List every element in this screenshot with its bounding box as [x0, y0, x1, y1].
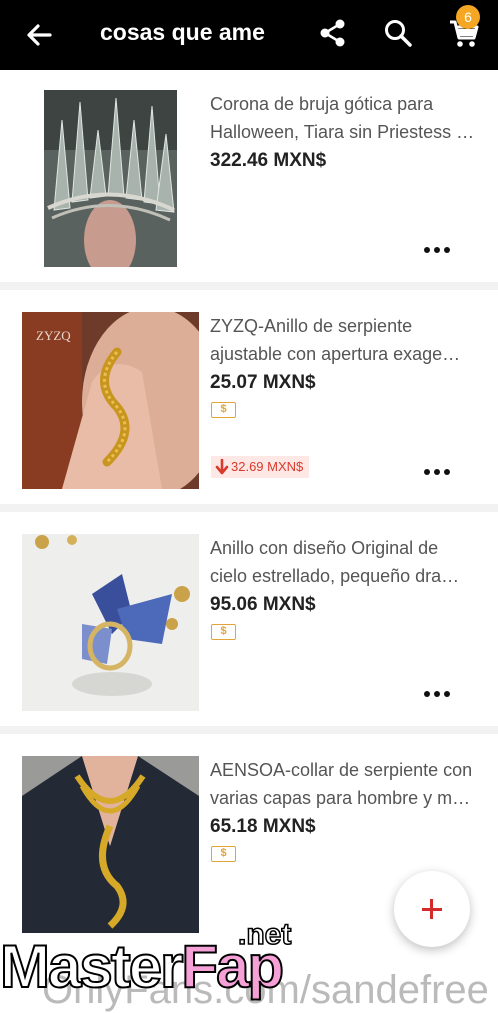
product-price: 322.46 MXN$ [210, 150, 327, 171]
product-price: 25.07 MXN$ [210, 372, 316, 393]
price-tag-icon: $ [211, 624, 236, 640]
product-name[interactable]: ZYZQ-Anillo de serpiente ajustable con a… [210, 312, 482, 368]
product-image-dragon-ring[interactable] [22, 534, 199, 711]
snake-ring-image: ZYZQ [22, 312, 199, 489]
list-item[interactable]: Anillo con diseño Original de cielo estr… [0, 512, 498, 734]
product-name-line2: ajustable con apertura exage… [210, 344, 461, 364]
more-options-icon[interactable] [424, 690, 450, 698]
crown-image [44, 90, 177, 267]
share-icon[interactable] [318, 17, 348, 49]
product-name-line1: Corona de bruja gótica para [210, 94, 434, 114]
product-name[interactable]: Anillo con diseño Original de cielo estr… [210, 534, 482, 590]
cart-count-badge: 6 [456, 5, 480, 29]
product-price: 65.18 MXN$ [210, 816, 316, 837]
price-tag-icon: $ [211, 846, 236, 862]
back-arrow-icon[interactable] [22, 18, 56, 52]
watermark-logo-a: Master [0, 932, 184, 1001]
product-image-snake-necklace[interactable] [22, 756, 199, 933]
snake-necklace-image [22, 756, 199, 933]
price-drop-badge: 32.69 MXN$ [211, 456, 310, 478]
divider [0, 282, 498, 290]
watermark-suffix: .net [237, 917, 292, 952]
product-image-snake-ring[interactable]: ZYZQ [22, 312, 199, 489]
product-name-line1: AENSOA-collar de serpiente con [210, 760, 473, 780]
divider [0, 726, 498, 734]
product-price: 95.06 MXN$ [210, 594, 316, 615]
product-name-line2: Halloween, Tiara sin Priestess … [210, 122, 475, 142]
divider [0, 504, 498, 512]
arrow-down-icon [215, 459, 229, 475]
list-item[interactable]: ZYZQ ZYZQ-Anillo de serpiente ajustable … [0, 290, 498, 512]
product-name[interactable]: AENSOA-collar de serpiente con varias ca… [210, 756, 482, 812]
product-name-line1: Anillo con diseño Original de [210, 538, 439, 558]
product-name-line2: varias capas para hombre y m… [210, 788, 471, 808]
dragon-ring-image [22, 534, 199, 711]
product-image-crown[interactable] [44, 90, 177, 267]
product-name-line1: ZYZQ-Anillo de serpiente [210, 316, 413, 336]
more-options-icon[interactable] [424, 246, 450, 254]
app-bar: cosas que ame 6 [0, 0, 498, 70]
product-name[interactable]: Corona de bruja gótica para Halloween, T… [210, 90, 482, 146]
page-title: cosas que ame [100, 19, 265, 45]
image-brand-text: ZYZQ [36, 328, 71, 343]
product-name-line2: cielo estrellado, pequeño dra… [210, 566, 460, 586]
list-item[interactable]: Corona de bruja gótica para Halloween, T… [0, 70, 498, 290]
search-icon[interactable] [383, 17, 413, 49]
price-tag-icon: $ [211, 402, 236, 418]
price-drop-text: 32.69 MXN$ [231, 459, 304, 474]
more-options-icon[interactable] [424, 468, 450, 476]
